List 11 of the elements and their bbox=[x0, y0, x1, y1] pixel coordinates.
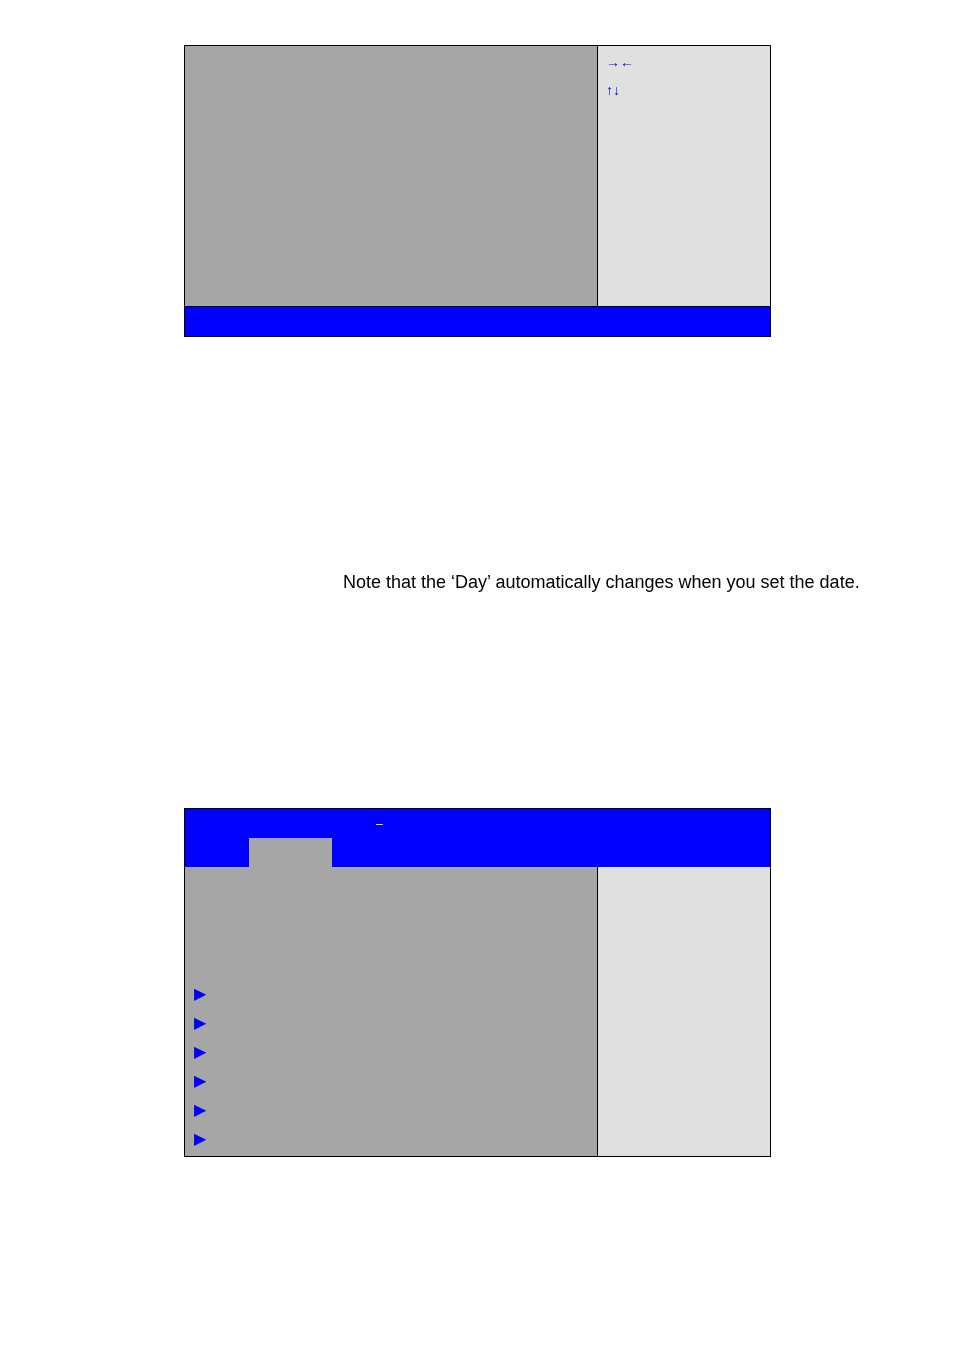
menu-tab[interactable] bbox=[249, 838, 332, 867]
submenu-marker: ▶ bbox=[194, 1071, 206, 1091]
submenu-marker: ▶ bbox=[194, 1129, 206, 1149]
submenu-marker: ▶ bbox=[194, 1013, 206, 1033]
submenu-marker: ▶ bbox=[194, 1100, 206, 1120]
submenu-marker: ▶ bbox=[194, 984, 206, 1004]
note-text: Note that the ‘Day’ automatically changes when you set the date. bbox=[343, 572, 860, 592]
title-text: – bbox=[376, 816, 383, 831]
submenu-marker: ▶ bbox=[194, 1042, 206, 1062]
help-key: ↑↓ bbox=[606, 80, 620, 100]
help-key: →← bbox=[606, 52, 634, 72]
